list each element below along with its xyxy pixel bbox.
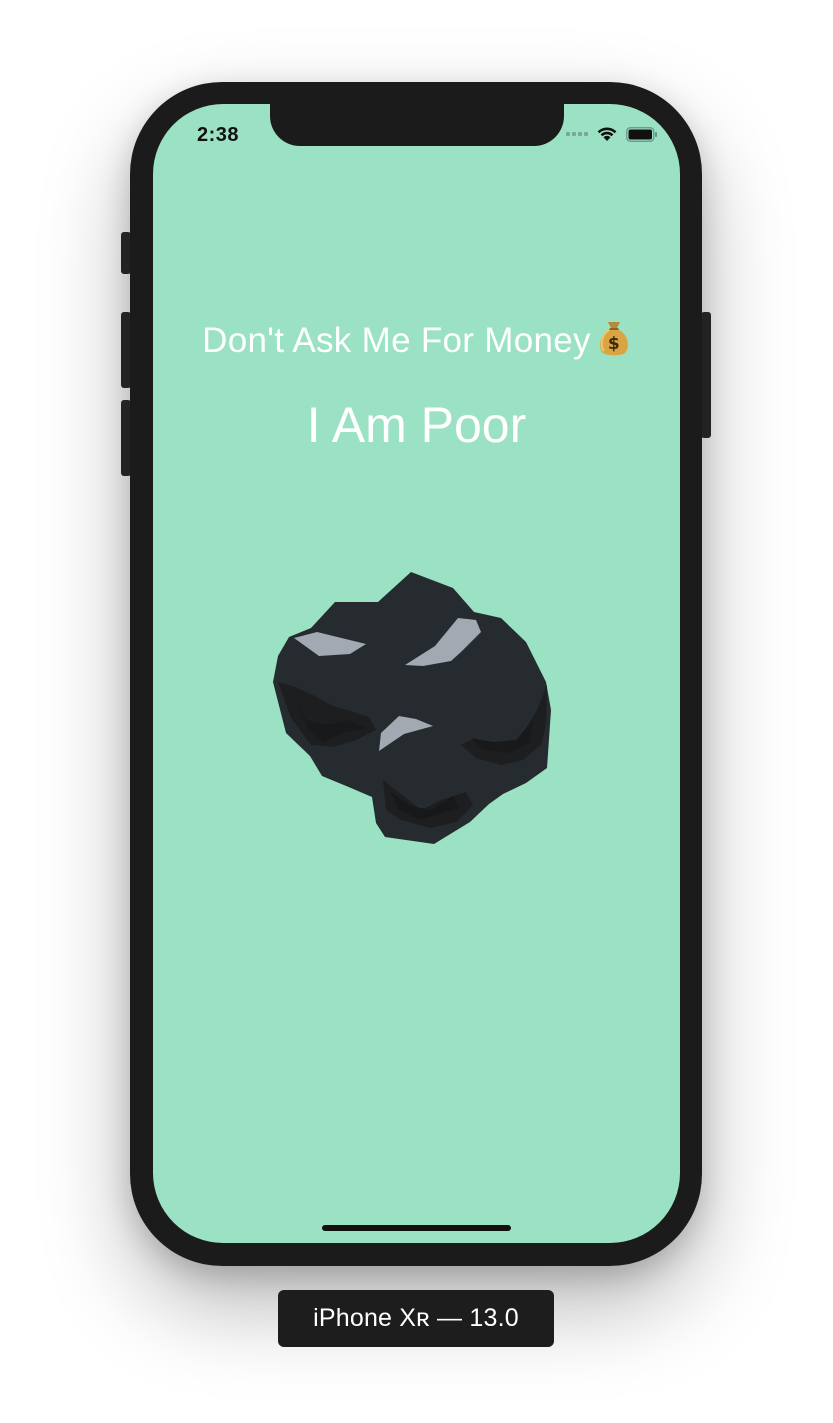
subtitle: Don't Ask Me For Money $ [153,318,680,361]
svg-text:$: $ [608,334,620,354]
money-bag-icon: $ [599,322,628,356]
home-indicator[interactable] [322,1225,511,1231]
app-screen: 2:38 Don't Ask Me For Money $ I Am Poor [153,104,680,1243]
notch [270,104,564,146]
battery-icon [626,126,657,142]
device-label: iPhone Xʀ — 13.0 [278,1290,554,1347]
coal-image [273,572,551,844]
power-button [701,312,711,438]
cellular-signal-icon [566,132,588,136]
subtitle-text: Don't Ask Me For Money [202,321,591,360]
status-icons [566,126,658,142]
page-title: I Am Poor [306,397,527,453]
wifi-icon [597,127,617,141]
simulator-stage: 2:38 Don't Ask Me For Money $ I Am Poor … [0,0,833,1423]
status-time: 2:38 [197,124,240,146]
